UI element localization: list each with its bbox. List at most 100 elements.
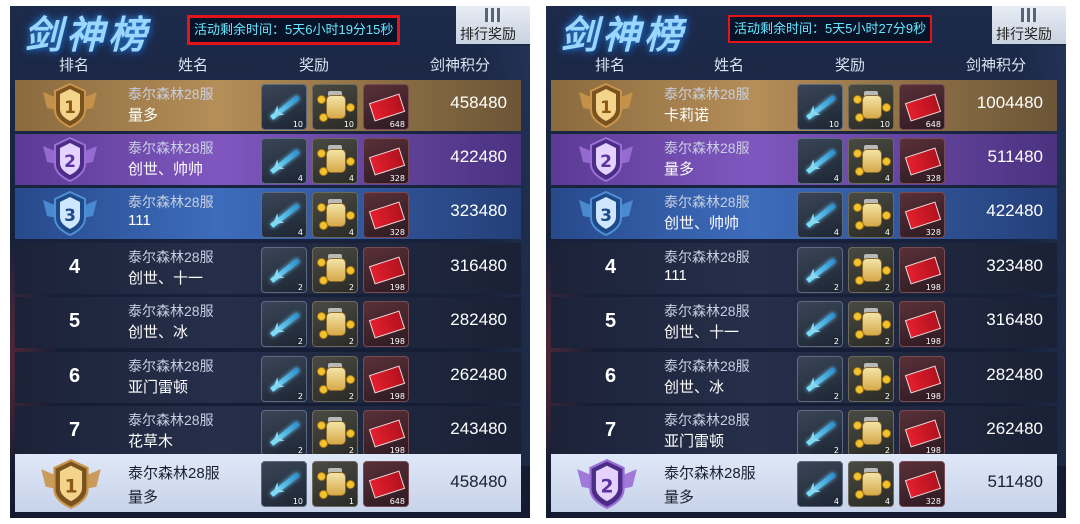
trophy-badge-icon: 1 — [39, 458, 103, 510]
my-rank-row[interactable]: 2 泰尔森林28服 量多 4 4 328 511480 — [551, 454, 1057, 512]
table-row[interactable]: 7 泰尔森林28服 亚门雷顿 2 2 198 262480 — [551, 406, 1057, 457]
sword-icon[interactable]: 2 — [261, 356, 307, 402]
table-row[interactable]: 2 泰尔森林28服 创世、帅帅 4 4 328 422480 — [15, 134, 521, 185]
sword-icon[interactable]: 4 — [261, 192, 307, 238]
gold-jar-icon[interactable]: 2 — [848, 247, 894, 293]
table-row[interactable]: 5 泰尔森林28服 创世、十一 2 2 198 316480 — [551, 297, 1057, 348]
red-ticket-icon[interactable]: 198 — [899, 356, 945, 402]
table-row[interactable]: 7 泰尔森林28服 花草木 2 2 198 243480 — [15, 406, 521, 457]
gold-jar-icon[interactable]: 4 — [848, 192, 894, 238]
gold-jar-icon[interactable]: 2 — [848, 410, 894, 456]
rank-rewards-button[interactable]: 排行奖励 — [992, 6, 1066, 44]
sword-icon[interactable]: 2 — [261, 410, 307, 456]
gold-jar-icon[interactable]: 4 — [312, 192, 358, 238]
server-name: 泰尔森林28服 — [664, 249, 750, 265]
red-ticket-icon[interactable]: 328 — [363, 192, 409, 238]
jar-body — [862, 472, 882, 496]
sword-icon[interactable]: 2 — [797, 356, 843, 402]
table-row[interactable]: 5 泰尔森林28服 创世、冰 2 2 198 282480 — [15, 297, 521, 348]
red-ticket-icon[interactable]: 648 — [899, 84, 945, 130]
coin — [855, 276, 864, 285]
table-header: 排名 姓名 奖励 剑神积分 — [10, 50, 530, 76]
red-ticket-icon[interactable]: 198 — [363, 301, 409, 347]
gold-jar-icon[interactable]: 10 — [848, 84, 894, 130]
reward-count: 2 — [833, 283, 839, 292]
sword-icon[interactable]: 4 — [797, 192, 843, 238]
ticket-body — [904, 201, 942, 230]
table-row[interactable]: 4 泰尔森林28服 111 2 2 198 323480 — [551, 243, 1057, 294]
sword-icon[interactable]: 4 — [797, 138, 843, 184]
table-row[interactable]: 3 泰尔森林28服 111 4 4 328 323480 — [15, 188, 521, 239]
red-ticket-icon[interactable]: 648 — [363, 461, 409, 507]
red-ticket-icon[interactable]: 328 — [899, 461, 945, 507]
red-ticket-icon[interactable]: 328 — [899, 192, 945, 238]
sword-icon[interactable]: 4 — [797, 461, 843, 507]
gold-jar-icon[interactable]: 2 — [312, 356, 358, 402]
red-ticket-icon[interactable]: 198 — [899, 301, 945, 347]
red-ticket-icon[interactable]: 198 — [363, 247, 409, 293]
red-ticket-icon[interactable]: 648 — [363, 84, 409, 130]
table-row[interactable]: 2 泰尔森林28服 量多 4 4 328 511480 — [551, 134, 1057, 185]
reward-count: 4 — [884, 174, 890, 183]
my-rank-row[interactable]: 1 泰尔森林28服 量多 10 1 648 458480 — [15, 454, 521, 512]
player-name: 量多 — [664, 161, 695, 178]
red-ticket-icon[interactable]: 198 — [899, 410, 945, 456]
svg-text:2: 2 — [600, 152, 612, 172]
trophy-badge-icon: 1 — [41, 82, 99, 129]
player-name: 亚门雷顿 — [128, 379, 189, 396]
sword-icon[interactable]: 10 — [797, 84, 843, 130]
sword-icon[interactable]: 2 — [261, 247, 307, 293]
reward-count: 2 — [297, 337, 303, 346]
table-row[interactable]: 1 泰尔森林28服 量多 10 10 648 458480 — [15, 80, 521, 131]
gold-jar-icon[interactable]: 2 — [312, 410, 358, 456]
rank-rewards-button[interactable]: 排行奖励 — [456, 6, 530, 44]
player-name: 创世、冰 — [128, 324, 189, 341]
red-ticket-icon[interactable]: 198 — [899, 247, 945, 293]
table-row[interactable]: 3 泰尔森林28服 创世、帅帅 4 4 328 422480 — [551, 188, 1057, 239]
reward-count: 2 — [884, 337, 890, 346]
sword-icon[interactable]: 2 — [797, 410, 843, 456]
sword-icon[interactable]: 10 — [261, 461, 307, 507]
gold-jar-icon[interactable]: 10 — [312, 84, 358, 130]
jar-body — [326, 258, 346, 282]
red-ticket-icon[interactable]: 198 — [363, 410, 409, 456]
reward-count: 10 — [828, 120, 839, 129]
ticket-body — [368, 470, 406, 499]
gold-jar-icon[interactable]: 4 — [848, 461, 894, 507]
server-name: 泰尔森林28服 — [128, 358, 214, 374]
red-ticket-icon[interactable]: 198 — [363, 356, 409, 402]
ticket-body — [368, 201, 406, 230]
red-ticket-icon[interactable]: 328 — [363, 138, 409, 184]
gold-jar-icon[interactable]: 4 — [312, 138, 358, 184]
sword-icon[interactable]: 4 — [261, 138, 307, 184]
table-row[interactable]: 1 泰尔森林28服 卡莉诺 10 10 648 1004480 — [551, 80, 1057, 131]
gold-jar-icon[interactable]: 2 — [312, 247, 358, 293]
coin — [853, 312, 862, 321]
reward-count: 648 — [389, 497, 405, 506]
gold-jar-icon[interactable]: 2 — [312, 301, 358, 347]
header-reward: 奖励 — [835, 57, 866, 74]
sword-icon[interactable]: 2 — [797, 301, 843, 347]
player-score: 511480 — [987, 147, 1043, 166]
reward-count: 2 — [833, 337, 839, 346]
coin — [855, 439, 864, 448]
reward-count: 328 — [925, 174, 941, 183]
coin — [317, 258, 326, 267]
table-row[interactable]: 6 泰尔森林28服 亚门雷顿 2 2 198 262480 — [15, 352, 521, 403]
gold-jar-icon[interactable]: 1 — [312, 461, 358, 507]
red-ticket-icon[interactable]: 328 — [899, 138, 945, 184]
table-row[interactable]: 6 泰尔森林28服 创世、冰 2 2 198 282480 — [551, 352, 1057, 403]
server-name: 泰尔森林28服 — [664, 194, 750, 210]
sword-icon[interactable]: 2 — [261, 301, 307, 347]
header-name: 姓名 — [178, 57, 209, 74]
header-rank: 排名 — [595, 57, 626, 74]
gold-jar-icon[interactable]: 4 — [848, 138, 894, 184]
player-score: 316480 — [986, 310, 1043, 329]
gold-jar-icon[interactable]: 2 — [848, 301, 894, 347]
trophy-badge-icon: 2 — [41, 136, 99, 183]
player-name: 量多 — [664, 489, 695, 506]
table-row[interactable]: 4 泰尔森林28服 创世、十一 2 2 198 316480 — [15, 243, 521, 294]
sword-icon[interactable]: 10 — [261, 84, 307, 130]
sword-icon[interactable]: 2 — [797, 247, 843, 293]
gold-jar-icon[interactable]: 2 — [848, 356, 894, 402]
